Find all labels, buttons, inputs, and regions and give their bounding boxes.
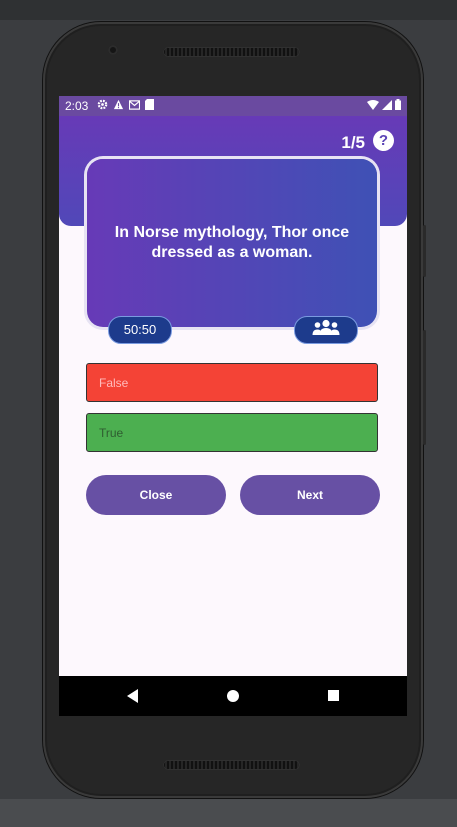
status-bar: 2:03 [59,96,407,116]
front-camera [108,45,118,55]
warning-icon [113,99,124,110]
answer-true-button[interactable]: True [86,413,378,452]
battery-icon [395,99,401,110]
sd-card-icon [145,99,154,110]
question-card: In Norse mythology, Thor once dressed as… [87,159,377,327]
question-counter: 1/5 [341,133,365,152]
status-time: 2:03 [65,99,89,113]
wifi-icon [367,99,379,110]
navigation-bar [59,676,407,716]
close-button[interactable]: Close [86,475,226,515]
back-icon[interactable] [127,689,138,703]
bottom-speaker [163,760,300,770]
earpiece-speaker [163,47,300,57]
status-right-icons [367,99,401,110]
power-button [423,330,426,445]
question-text: In Norse mythology, Thor once dressed as… [114,224,350,261]
signal-icon [382,99,392,110]
people-group-icon [312,320,340,336]
help-button[interactable]: ? [373,130,394,151]
mail-icon [129,99,140,110]
next-button[interactable]: Next [240,475,380,515]
app-screen: 2:03 1/5 ? In Norse mythology, Thor once… [59,96,407,716]
answer-false-button[interactable]: False [86,363,378,402]
recents-icon[interactable] [328,690,339,701]
audience-button[interactable] [294,316,358,344]
home-icon[interactable] [227,690,239,702]
volume-button [423,225,426,277]
emulator-bottom-bar [0,799,457,827]
emulator-top-bar [0,0,457,20]
gear-icon [97,99,108,110]
fifty-fifty-button[interactable]: 50:50 [108,316,172,344]
status-left-icons [97,99,154,110]
